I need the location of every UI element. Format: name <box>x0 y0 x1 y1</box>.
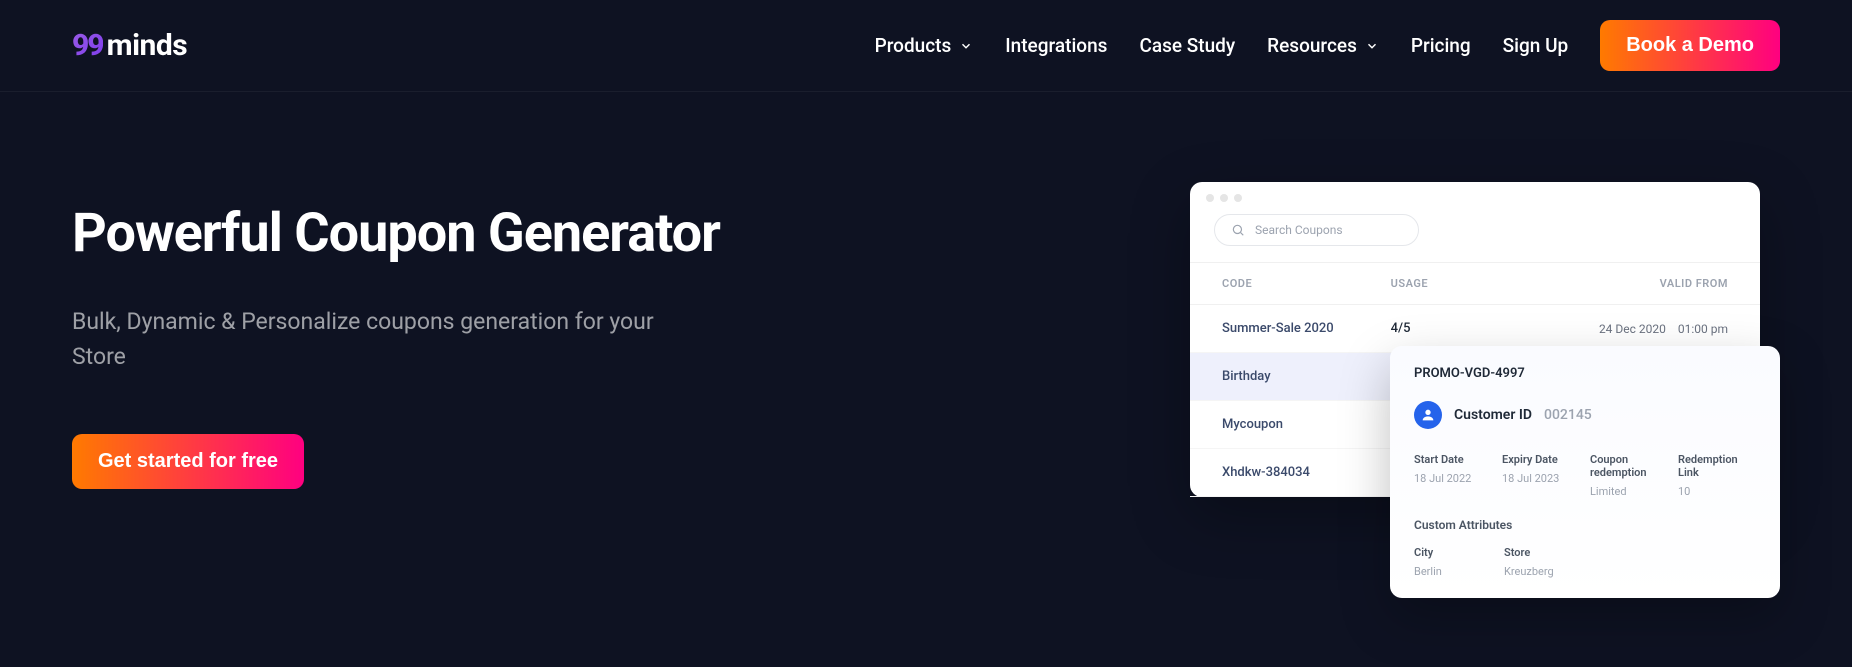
nav-item-resources[interactable]: Resources <box>1267 34 1379 57</box>
nav-item-case-study[interactable]: Case Study <box>1139 34 1235 57</box>
hero-section: Powerful Coupon Generator Bulk, Dynamic … <box>0 92 1852 497</box>
hero-right: Search Coupons CODE USAGE VALID FROM Sum… <box>1190 182 1780 497</box>
attr-grid: City Berlin Store Kreuzberg <box>1414 546 1756 578</box>
hero-subtitle: Bulk, Dynamic & Personalize coupons gene… <box>72 305 712 374</box>
nav-item-sign-up[interactable]: Sign Up <box>1503 34 1569 57</box>
get-started-button[interactable]: Get started for free <box>72 434 304 489</box>
field-value: Limited <box>1590 485 1668 498</box>
custom-attributes-title: Custom Attributes <box>1414 518 1756 532</box>
search-input[interactable]: Search Coupons <box>1214 214 1419 246</box>
logo[interactable]: 99 minds <box>72 28 187 63</box>
logo-mark: 99 <box>72 28 103 63</box>
nav-label: Pricing <box>1411 34 1471 57</box>
detail-field: Start Date 18 Jul 2022 <box>1414 453 1492 498</box>
customer-row: Customer ID 002145 <box>1414 401 1756 429</box>
window-controls <box>1190 182 1760 214</box>
attr-field: City Berlin <box>1414 546 1494 578</box>
cell-code: Summer-Sale 2020 <box>1222 321 1391 336</box>
cell-usage: 4/5 <box>1391 321 1560 336</box>
field-label: Start Date <box>1414 453 1492 466</box>
search-wrap: Search Coupons <box>1190 214 1760 262</box>
field-label: Coupon redemption <box>1590 453 1668 479</box>
promo-code: PROMO-VGD-4997 <box>1414 366 1756 381</box>
chevron-down-icon <box>1365 39 1379 53</box>
field-label: Redemption Link <box>1678 453 1756 479</box>
time-value: 01:00 pm <box>1678 322 1728 336</box>
nav-label: Products <box>875 34 952 57</box>
book-demo-button[interactable]: Book a Demo <box>1600 20 1780 71</box>
field-value: 18 Jul 2023 <box>1502 472 1580 485</box>
window-dot <box>1206 194 1214 202</box>
col-code: CODE <box>1222 277 1391 290</box>
nav-item-integrations[interactable]: Integrations <box>1005 34 1107 57</box>
nav-label: Resources <box>1267 34 1357 57</box>
hero-left: Powerful Coupon Generator Bulk, Dynamic … <box>72 182 1130 497</box>
nav-label: Case Study <box>1139 34 1235 57</box>
cell-code: Mycoupon <box>1222 417 1391 432</box>
field-label: Expiry Date <box>1502 453 1580 466</box>
logo-text: minds <box>107 28 188 63</box>
detail-field: Redemption Link 10 <box>1678 453 1756 498</box>
header: 99 minds Products Integrations Case Study R… <box>0 0 1852 92</box>
window-dot <box>1220 194 1228 202</box>
col-usage: USAGE <box>1391 277 1560 290</box>
hero-title: Powerful Coupon Generator <box>72 202 1130 265</box>
detail-grid: Start Date 18 Jul 2022 Expiry Date 18 Jul 2… <box>1414 453 1756 498</box>
detail-field: Expiry Date 18 Jul 2023 <box>1502 453 1580 498</box>
detail-field: Coupon redemption Limited <box>1590 453 1668 498</box>
cell-code: Birthday <box>1222 369 1391 384</box>
nav-item-products[interactable]: Products <box>875 34 974 57</box>
attr-label: City <box>1414 546 1494 559</box>
nav-item-pricing[interactable]: Pricing <box>1411 34 1471 57</box>
avatar-icon <box>1414 401 1442 429</box>
date-value: 24 Dec 2020 <box>1599 322 1666 336</box>
detail-card: PROMO-VGD-4997 Customer ID 002145 Start … <box>1390 346 1780 598</box>
person-icon <box>1420 407 1436 423</box>
nav-label: Integrations <box>1005 34 1107 57</box>
table-header: CODE USAGE VALID FROM <box>1190 262 1760 305</box>
customer-label: Customer ID <box>1454 407 1532 423</box>
attr-value: Kreuzberg <box>1504 565 1756 578</box>
field-value: 18 Jul 2022 <box>1414 472 1492 485</box>
nav-label: Sign Up <box>1503 34 1569 57</box>
nav: Products Integrations Case Study Resources P… <box>875 20 1780 71</box>
chevron-down-icon <box>959 39 973 53</box>
field-value: 10 <box>1678 485 1756 498</box>
search-placeholder: Search Coupons <box>1255 223 1343 237</box>
cell-valid-from: 24 Dec 2020 01:00 pm <box>1559 322 1728 336</box>
attr-label: Store <box>1504 546 1756 559</box>
search-icon <box>1231 223 1245 237</box>
attr-field: Store Kreuzberg <box>1504 546 1756 578</box>
window-dot <box>1234 194 1242 202</box>
attr-value: Berlin <box>1414 565 1494 578</box>
col-valid: VALID FROM <box>1559 277 1728 290</box>
customer-id: 002145 <box>1544 407 1592 423</box>
cell-code: Xhdkw-384034 <box>1222 465 1391 480</box>
